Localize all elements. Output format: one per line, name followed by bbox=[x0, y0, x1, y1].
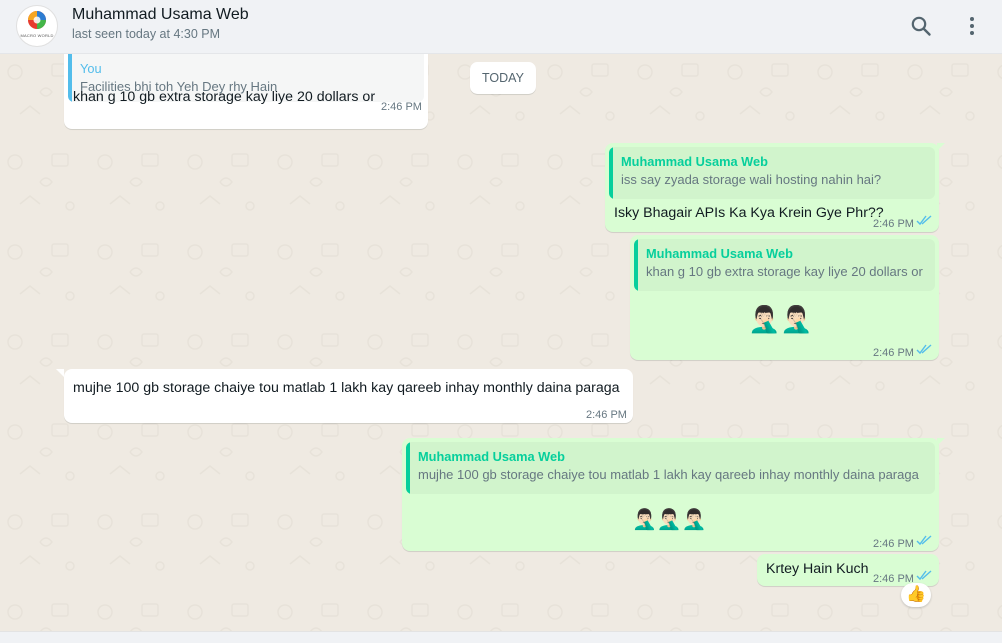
message-text: Isky Bhagair APIs Ka Kya Krein Gye Phr?? bbox=[614, 205, 884, 221]
contact-last-seen: last seen today at 4:30 PM bbox=[72, 27, 221, 41]
quoted-message[interactable]: Muhammad Usama Web mujhe 100 gb storage … bbox=[406, 442, 935, 494]
facepalm-emoji: 🤦🏻‍♂️🤦🏻‍♂️ bbox=[748, 305, 813, 335]
compose-bar-edge bbox=[0, 631, 1002, 643]
double-check-read-icon bbox=[916, 215, 932, 226]
date-divider: TODAY bbox=[470, 62, 536, 94]
message-text: mujhe 100 gb storage chaiye tou matlab 1… bbox=[73, 380, 620, 396]
message-text: khan g 10 gb extra storage kay liye 20 d… bbox=[73, 89, 376, 105]
quoted-message[interactable]: Muhammad Usama Web khan g 10 gb extra st… bbox=[634, 239, 935, 291]
chat-area[interactable]: You Facilities bhi toh Yeh Dey rhy Hain … bbox=[0, 54, 1002, 631]
globe-logo-icon bbox=[28, 11, 46, 29]
double-check-read-icon bbox=[916, 344, 932, 355]
bubble-tail bbox=[937, 438, 945, 446]
facepalm-emoji: 🤦🏻‍♂️🤦🏻‍♂️🤦🏻‍♂️ bbox=[632, 507, 707, 531]
bubble-tail bbox=[56, 369, 64, 377]
quoted-author: Muhammad Usama Web bbox=[646, 246, 793, 261]
incoming-message-bubble[interactable]: You Facilities bhi toh Yeh Dey rhy Hain … bbox=[64, 54, 428, 129]
message-time: 2:46 PM bbox=[873, 538, 914, 550]
thumbs-up-reaction[interactable]: 👍 bbox=[901, 583, 931, 607]
message-time: 2:46 PM bbox=[873, 347, 914, 359]
search-icon[interactable] bbox=[909, 14, 933, 38]
double-check-read-icon bbox=[916, 570, 932, 581]
contact-name[interactable]: Muhammad Usama Web bbox=[72, 6, 249, 24]
message-time: 2:46 PM bbox=[586, 409, 627, 421]
quoted-author: Muhammad Usama Web bbox=[621, 154, 768, 169]
quoted-text: mujhe 100 gb storage chaiye tou matlab 1… bbox=[418, 467, 919, 482]
outgoing-message-bubble[interactable]: Muhammad Usama Web mujhe 100 gb storage … bbox=[402, 438, 939, 551]
quoted-author: You bbox=[80, 61, 102, 76]
contact-avatar[interactable]: MACRO WORLD bbox=[16, 5, 58, 47]
message-time: 2:46 PM bbox=[873, 218, 914, 230]
kebab-menu-icon[interactable] bbox=[960, 14, 984, 38]
quoted-message[interactable]: Muhammad Usama Web iss say zyada storage… bbox=[609, 147, 935, 199]
quoted-text: khan g 10 gb extra storage kay liye 20 d… bbox=[646, 264, 923, 279]
quoted-text: iss say zyada storage wali hosting nahin… bbox=[621, 172, 882, 187]
bubble-tail bbox=[937, 143, 945, 151]
message-time: 2:46 PM bbox=[381, 101, 422, 113]
chat-header: MACRO WORLD Muhammad Usama Web last seen… bbox=[0, 0, 1002, 54]
outgoing-message-bubble[interactable]: Muhammad Usama Web iss say zyada storage… bbox=[605, 143, 939, 232]
incoming-message-bubble[interactable]: mujhe 100 gb storage chaiye tou matlab 1… bbox=[64, 369, 633, 423]
outgoing-message-bubble[interactable]: Krtey Hain Kuch 2:46 PM bbox=[757, 554, 939, 586]
quoted-author: Muhammad Usama Web bbox=[418, 449, 565, 464]
outgoing-message-bubble[interactable]: Muhammad Usama Web khan g 10 gb extra st… bbox=[630, 235, 939, 360]
double-check-read-icon bbox=[916, 535, 932, 546]
message-text: Krtey Hain Kuch bbox=[766, 561, 869, 577]
avatar-logo-text: MACRO WORLD bbox=[20, 33, 54, 38]
